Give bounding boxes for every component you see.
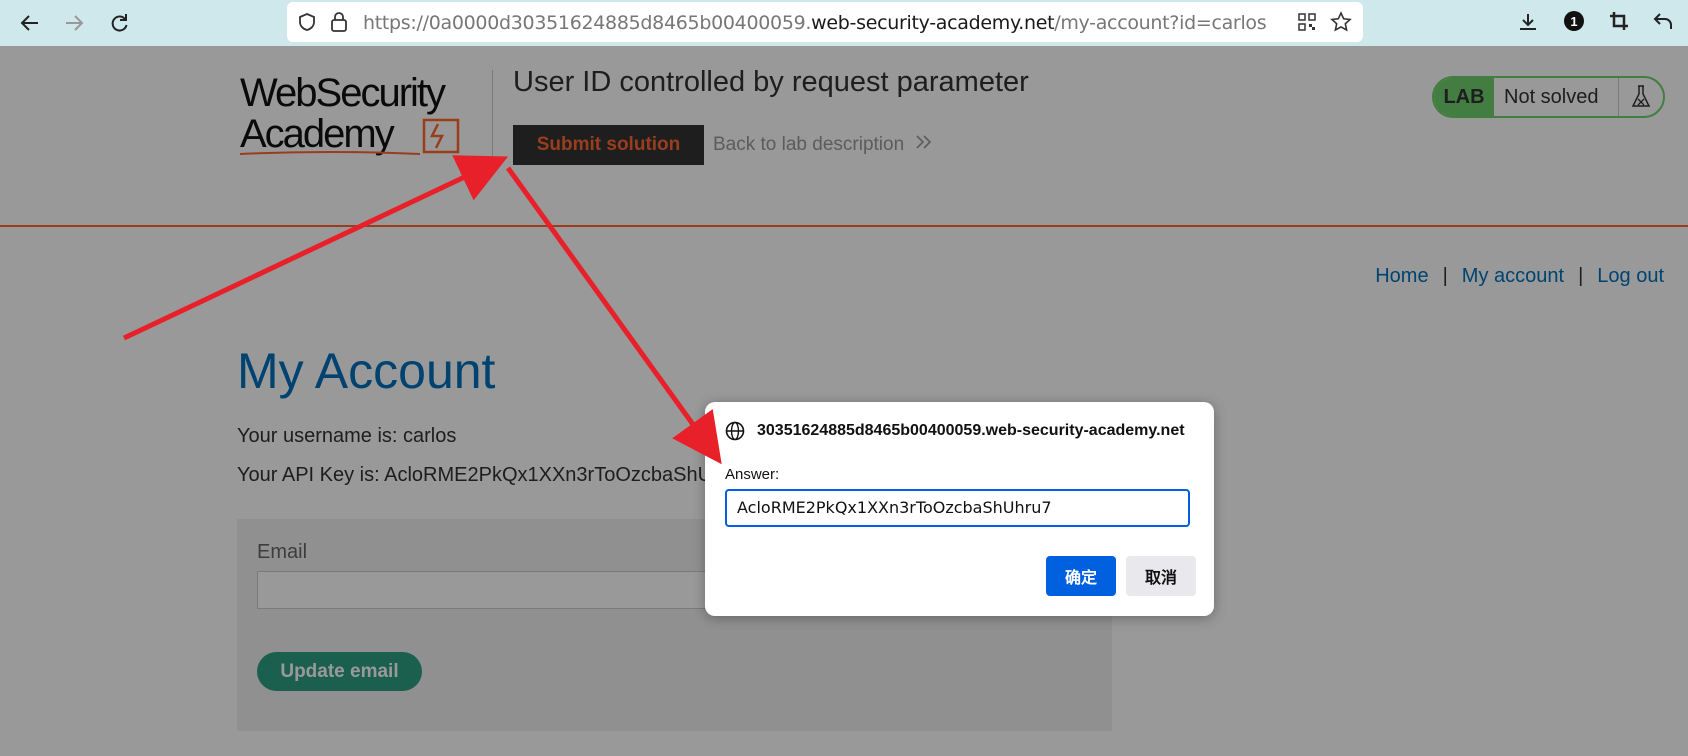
- forward-arrow-icon[interactable]: [60, 9, 88, 37]
- ok-button[interactable]: 确定: [1046, 556, 1116, 596]
- answer-input[interactable]: AcloRME2PkQx1XXn3rToOzcbaShUhru7: [725, 489, 1190, 527]
- extension-badge-icon[interactable]: 1: [1563, 10, 1585, 37]
- cancel-button[interactable]: 取消: [1126, 556, 1196, 596]
- dialog-origin: 30351624885d8465b00400059.web-security-a…: [757, 422, 1185, 439]
- undo-arrow-icon[interactable]: [1652, 10, 1674, 37]
- bookmark-star-icon[interactable]: [1330, 11, 1352, 38]
- shield-icon[interactable]: [297, 12, 317, 37]
- globe-icon: [725, 421, 745, 446]
- crop-icon[interactable]: [1608, 10, 1630, 37]
- qr-code-icon[interactable]: [1297, 12, 1317, 37]
- answer-label: Answer:: [725, 466, 780, 483]
- address-bar[interactable]: https://0a0000d30351624885d8465b00400059…: [287, 2, 1363, 42]
- download-icon[interactable]: [1517, 11, 1539, 38]
- svg-text:1: 1: [1570, 14, 1577, 29]
- url-text: https://0a0000d30351624885d8465b00400059…: [363, 12, 1267, 34]
- modal-overlay: [0, 46, 1688, 756]
- prompt-dialog: 30351624885d8465b00400059.web-security-a…: [705, 402, 1214, 616]
- back-arrow-icon[interactable]: [16, 9, 44, 37]
- lock-icon[interactable]: [329, 11, 349, 38]
- reload-icon[interactable]: [105, 9, 133, 37]
- browser-toolbar: https://0a0000d30351624885d8465b00400059…: [0, 0, 1688, 46]
